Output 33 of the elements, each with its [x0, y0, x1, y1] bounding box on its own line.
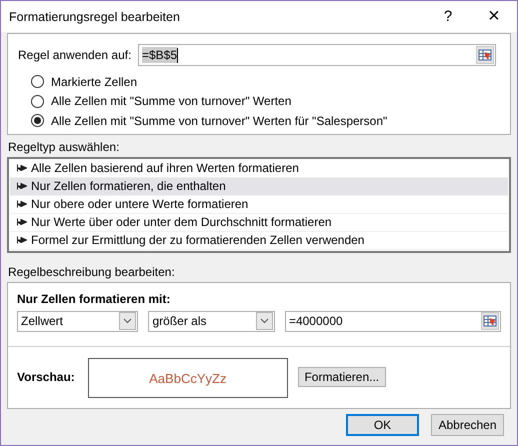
chevron-down-icon[interactable] [119, 312, 136, 330]
radio-button[interactable] [31, 94, 44, 108]
dropdown[interactable]: größer als [148, 310, 275, 332]
dropdown[interactable]: Zellwert [17, 310, 138, 332]
range-picker-icon[interactable] [476, 46, 494, 64]
arrow-icon [17, 236, 27, 244]
arrow-icon [17, 164, 27, 172]
apply-to-label: Regel anwenden auf: [17, 48, 132, 62]
radio-label[interactable]: Markierte Zellen [51, 74, 138, 89]
arrow-icon [17, 200, 27, 208]
condition-heading: Nur Zellen formatieren mit: [17, 292, 172, 306]
rule-type-item[interactable]: Nur Zellen formatieren, die enthalten [10, 178, 508, 196]
arrow-icon [17, 218, 27, 226]
range-field[interactable]: =$B$5 [138, 44, 496, 66]
preview-sample: AaBbCcYyZz [149, 370, 226, 386]
section-label: Regelbeschreibung bearbeiten: [8, 264, 176, 278]
section-label: Regeltyp auswählen: [8, 140, 120, 154]
format-button[interactable]: Formatieren... [298, 367, 386, 387]
preview-label: Vorschau: [17, 370, 75, 384]
radio-button[interactable] [31, 75, 44, 88]
chevron-down-icon[interactable] [256, 312, 273, 330]
cancel-button[interactable]: Abbrechen [431, 414, 504, 436]
radio-label[interactable]: Alle Zellen mit "Summe von turnover" Werten für "Salesperson" [51, 114, 388, 128]
arrow-icon [17, 182, 27, 190]
rule-type-item[interactable]: Nur Werte über oder unter dem Durchschnitt formatieren [10, 214, 508, 232]
rule-type-item[interactable]: Formel zur Ermittlung der zu formatierenden Zellen verwenden [10, 232, 508, 250]
window-title: Formatierungsregel bearbeiten [8, 10, 181, 24]
ok-button[interactable]: OK [346, 414, 419, 436]
value-field[interactable]: =4000000 [284, 310, 502, 332]
radio-label[interactable]: Alle Zellen mit "Summe von turnover" Werten [51, 94, 292, 108]
radio-button[interactable] [31, 114, 44, 128]
rule-type-item[interactable]: Nur obere oder untere Werte formatieren [10, 196, 508, 214]
range-picker-icon[interactable] [481, 312, 500, 330]
